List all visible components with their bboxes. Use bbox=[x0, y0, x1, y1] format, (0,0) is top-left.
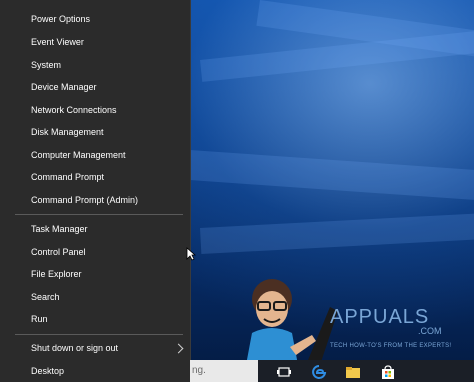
menu-item-command-prompt-admin[interactable]: Command Prompt (Admin) bbox=[31, 190, 181, 210]
menu-item-desktop[interactable]: Desktop bbox=[31, 361, 181, 381]
menu-item-system[interactable]: System bbox=[31, 55, 181, 75]
winx-context-menu: Power Options Event Viewer System Device… bbox=[0, 0, 191, 382]
light-beam bbox=[200, 213, 474, 254]
menu-separator bbox=[15, 334, 183, 335]
store-icon[interactable] bbox=[380, 364, 396, 380]
menu-item-run[interactable]: Run bbox=[31, 309, 181, 329]
mouse-cursor-icon bbox=[186, 247, 196, 261]
menu-separator bbox=[15, 214, 183, 215]
menu-item-device-manager[interactable]: Device Manager bbox=[31, 77, 181, 97]
menu-item-network-connections[interactable]: Network Connections bbox=[31, 100, 181, 120]
light-beam bbox=[187, 150, 474, 201]
menu-item-event-viewer[interactable]: Event Viewer bbox=[31, 32, 181, 52]
menu-item-shut-down-or-sign-out[interactable]: Shut down or sign out bbox=[31, 338, 181, 358]
watermark-domain: .COM bbox=[418, 326, 442, 336]
edge-icon[interactable] bbox=[311, 364, 327, 380]
menu-item-power-options[interactable]: Power Options bbox=[31, 9, 181, 29]
file-explorer-icon[interactable] bbox=[345, 364, 361, 380]
watermark-brand: APPUALS bbox=[330, 306, 430, 328]
menu-item-search[interactable]: Search bbox=[31, 287, 181, 307]
menu-item-command-prompt[interactable]: Command Prompt bbox=[31, 167, 181, 187]
watermark-tagline: TECH HOW-TO'S FROM THE EXPERTS! bbox=[330, 343, 452, 349]
menu-item-file-explorer[interactable]: File Explorer bbox=[31, 264, 181, 284]
task-view-icon[interactable] bbox=[276, 364, 292, 380]
menu-item-computer-management[interactable]: Computer Management bbox=[31, 145, 181, 165]
taskbar-search-text: ng. bbox=[192, 365, 206, 376]
menu-item-disk-management[interactable]: Disk Management bbox=[31, 122, 181, 142]
menu-item-task-manager[interactable]: Task Manager bbox=[31, 219, 181, 239]
taskbar-search-box[interactable]: ng. bbox=[190, 360, 258, 382]
menu-item-control-panel[interactable]: Control Panel bbox=[31, 242, 181, 262]
